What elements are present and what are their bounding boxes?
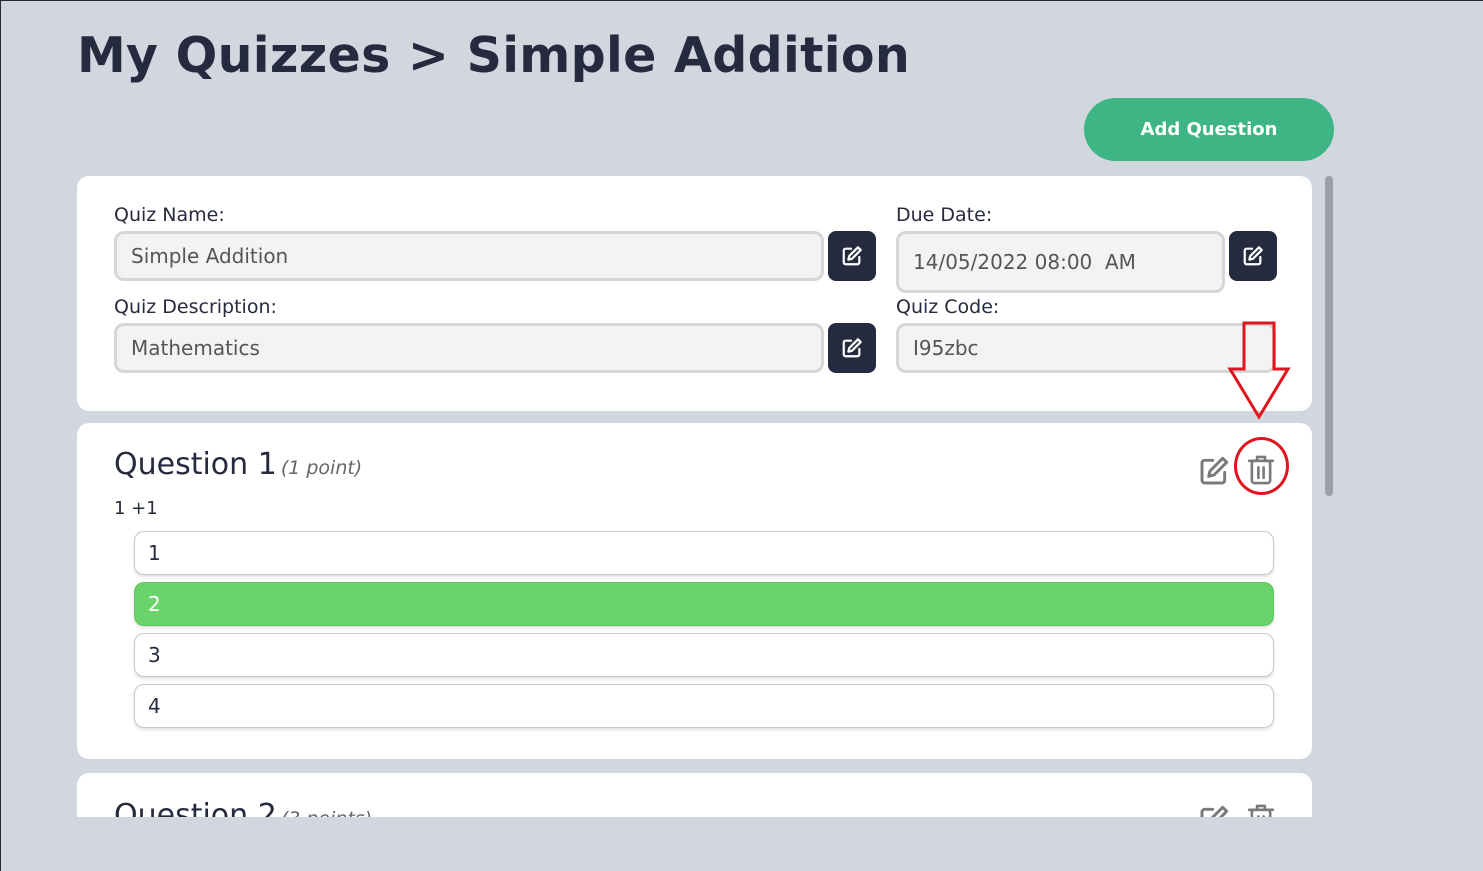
answer-option-label: 3 <box>148 643 161 667</box>
quiz-content-scroll-area[interactable]: Quiz Name: Simple Addition Quiz Descript… <box>77 176 1312 817</box>
due-date-value: 14/05/2022 08:00 AM <box>913 250 1136 274</box>
question-card: Question 2 (3 points) <box>77 773 1312 817</box>
annotation-circle <box>1234 437 1289 495</box>
edit-question-button[interactable] <box>1198 804 1230 817</box>
quiz-info-card: Quiz Name: Simple Addition Quiz Descript… <box>77 176 1312 411</box>
edit-quiz-description-button[interactable] <box>828 323 876 373</box>
question-points: (3 points) <box>281 808 372 817</box>
quiz-name-label: Quiz Name: <box>114 204 225 226</box>
quiz-code-field: I95zbc <box>896 323 1276 373</box>
quiz-name-value: Simple Addition <box>131 244 289 268</box>
annotation-arrow-down-icon <box>1227 321 1291 420</box>
due-date-field[interactable]: 14/05/2022 08:00 AM <box>896 231 1225 293</box>
quiz-description-field[interactable]: Mathematics <box>114 323 824 373</box>
edit-quiz-name-button[interactable] <box>828 231 876 281</box>
question-title: Question 1 (1 point) <box>114 447 362 482</box>
edit-icon <box>1200 456 1229 485</box>
answer-option-correct[interactable]: 2 <box>134 582 1274 626</box>
delete-question-button[interactable] <box>1245 802 1277 817</box>
add-question-button[interactable]: Add Question <box>1084 98 1334 161</box>
question-title: Question 2 (3 points) <box>114 798 372 817</box>
answer-option-label: 1 <box>148 541 161 565</box>
quiz-code-value: I95zbc <box>913 336 979 360</box>
scrollbar-thumb[interactable] <box>1325 176 1333 496</box>
trash-icon <box>1247 804 1275 817</box>
edit-icon <box>842 338 862 358</box>
quiz-code-label: Quiz Code: <box>896 296 1000 318</box>
answer-option[interactable]: 3 <box>134 633 1274 677</box>
answer-option[interactable]: 1 <box>134 531 1274 575</box>
answer-option-label: 4 <box>148 694 161 718</box>
quiz-description-label: Quiz Description: <box>114 296 277 318</box>
page-title: My Quizzes > Simple Addition <box>77 27 911 84</box>
due-date-label: Due Date: <box>896 204 993 226</box>
answer-option[interactable]: 4 <box>134 684 1274 728</box>
edit-due-date-button[interactable] <box>1229 231 1277 281</box>
edit-icon <box>1200 805 1229 817</box>
edit-question-button[interactable] <box>1198 455 1230 491</box>
quiz-name-field[interactable]: Simple Addition <box>114 231 824 281</box>
quiz-description-value: Mathematics <box>131 336 260 360</box>
question-title-text: Question 1 <box>114 447 277 482</box>
edit-icon <box>1243 246 1263 266</box>
question-points: (1 point) <box>280 457 363 479</box>
question-card: Question 1 (1 point) 1 +1 1 2 3 4 <box>77 423 1312 759</box>
question-title-text: Question 2 <box>114 798 277 817</box>
question-text: 1 +1 <box>114 498 158 519</box>
answer-option-label: 2 <box>148 592 161 616</box>
edit-icon <box>842 246 862 266</box>
